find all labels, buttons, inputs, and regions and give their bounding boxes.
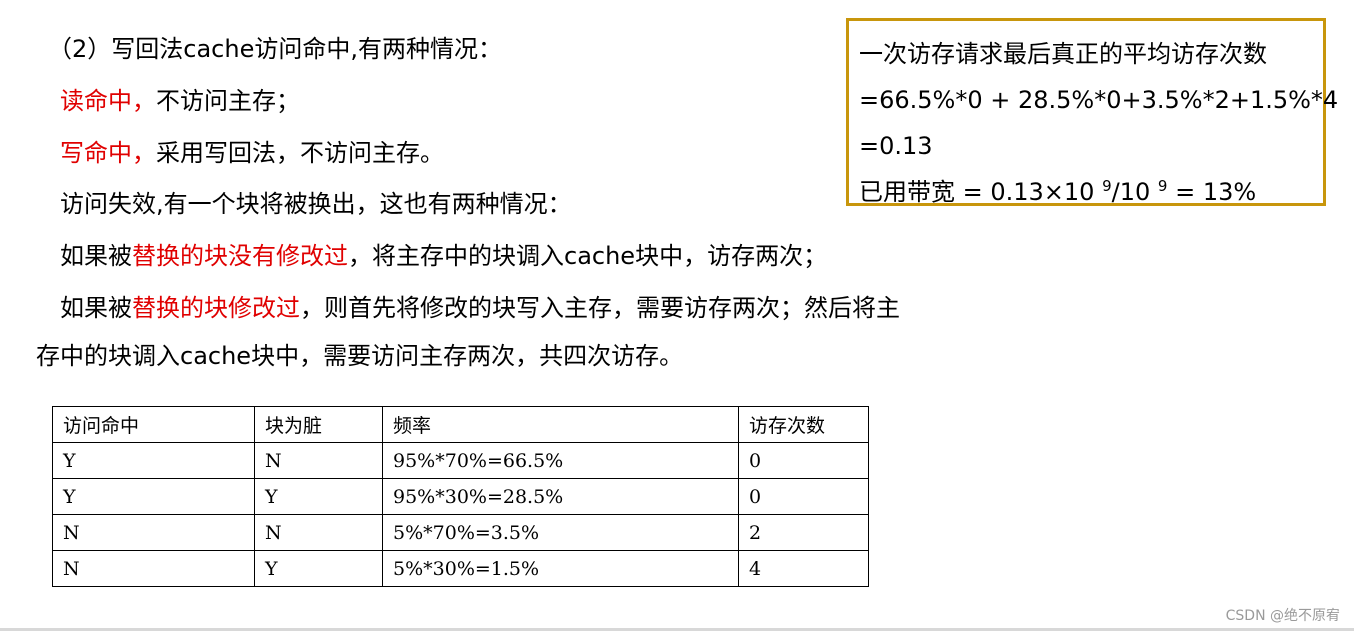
bottom-divider xyxy=(0,628,1354,631)
calc-line-2: =66.5%*0 + 28.5%*0+3.5%*2+1.5%*4 xyxy=(859,86,1339,114)
cell-hit: N xyxy=(52,550,255,587)
cell-frequency: 5%*70%=3.5% xyxy=(382,514,739,551)
cell-frequency: 95%*30%=28.5% xyxy=(382,478,739,515)
access-table: 访问命中 块为脏 频率 访存次数 Y N 95%*70%=66.5% 0 Y Y… xyxy=(52,406,869,587)
header-frequency: 频率 xyxy=(382,406,739,443)
write-hit-label: 写命中， xyxy=(60,139,156,167)
calc-line-1: 一次访存请求最后真正的平均访存次数 xyxy=(859,40,1267,68)
table-row: Y N 95%*70%=66.5% 0 xyxy=(52,442,869,479)
calc-line-3: =0.13 xyxy=(859,132,933,160)
header-hit: 访问命中 xyxy=(52,406,255,443)
cell-dirty: Y xyxy=(254,550,383,587)
read-hit-line: 读命中，不访问主存； xyxy=(60,86,300,116)
calculation-box: 一次访存请求最后真正的平均访存次数 =66.5%*0 + 28.5%*0+3.5… xyxy=(846,18,1339,206)
cell-dirty: N xyxy=(254,442,383,479)
cell-count: 0 xyxy=(738,478,869,515)
heading-write-back: （2）写回法cache访问命中,有两种情况： xyxy=(48,35,502,63)
watermark: CSDN @绝不原宥 xyxy=(1225,608,1340,624)
clean-highlight: 替换的块没有修改过 xyxy=(132,242,348,270)
cell-hit: Y xyxy=(52,442,255,479)
cell-count: 4 xyxy=(738,550,869,587)
dirty-prefix: 如果被 xyxy=(60,294,132,322)
cell-count: 0 xyxy=(738,442,869,479)
header-dirty: 块为脏 xyxy=(254,406,383,443)
table-header-row: 访问命中 块为脏 频率 访存次数 xyxy=(52,406,869,443)
write-hit-text: 采用写回法，不访问主存。 xyxy=(156,139,444,167)
read-hit-text: 不访问主存； xyxy=(156,87,300,115)
bandwidth-c: = 13% xyxy=(1167,178,1257,206)
clean-prefix: 如果被 xyxy=(60,242,132,270)
dirty-highlight: 替换的块修改过 xyxy=(132,294,300,322)
bandwidth-b: /10 xyxy=(1111,178,1158,206)
dirty-replace-continued: 存中的块调入cache块中，需要访问主存两次，共四次访存。 xyxy=(36,342,684,370)
read-hit-label: 读命中， xyxy=(60,87,156,115)
cell-frequency: 5%*30%=1.5% xyxy=(382,550,739,587)
table-row: Y Y 95%*30%=28.5% 0 xyxy=(52,478,869,515)
write-hit-line: 写命中，采用写回法，不访问主存。 xyxy=(60,138,444,168)
cell-hit: Y xyxy=(52,478,255,515)
dirty-suffix: ，则首先将修改的块写入主存，需要访存两次；然后将主 xyxy=(300,294,900,322)
cell-dirty: Y xyxy=(254,478,383,515)
exp-1: 9 xyxy=(1102,177,1112,195)
cell-dirty: N xyxy=(254,514,383,551)
miss-line: 访问失效,有一个块将被换出，这也有两种情况： xyxy=(60,190,572,218)
clean-suffix: ，将主存中的块调入cache块中，访存两次； xyxy=(348,242,828,270)
calc-line-4: 已用带宽 = 0.13×10 9/10 9 = 13% xyxy=(859,169,1323,215)
dirty-replace-line: 如果被替换的块修改过，则首先将修改的块写入主存，需要访存两次；然后将主 xyxy=(60,293,900,323)
bandwidth-a: 已用带宽 = 0.13×10 xyxy=(859,178,1103,206)
header-access-count: 访存次数 xyxy=(738,406,869,443)
clean-replace-line: 如果被替换的块没有修改过，将主存中的块调入cache块中，访存两次； xyxy=(60,241,827,271)
cell-frequency: 95%*70%=66.5% xyxy=(382,442,739,479)
cell-count: 2 xyxy=(738,514,869,551)
table-row: N Y 5%*30%=1.5% 4 xyxy=(52,550,869,587)
table-row: N N 5%*70%=3.5% 2 xyxy=(52,514,869,551)
cell-hit: N xyxy=(52,514,255,551)
